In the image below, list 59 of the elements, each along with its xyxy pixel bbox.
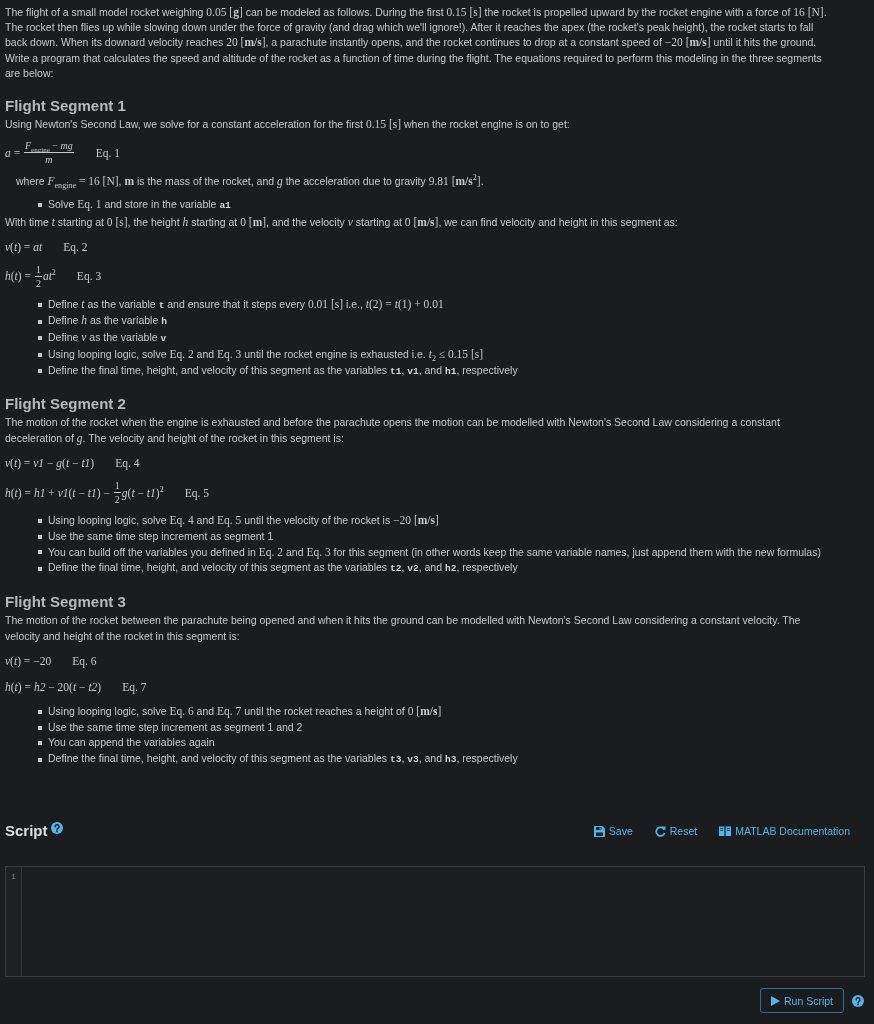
bullet-icon: [38, 741, 42, 746]
list-item: Define the final time, height, and velocity of this segment as the variables t2, v2, and h2, respectively: [48, 560, 518, 577]
list-item: Define the final time, height, and velocity of this segment as the variables t3, v3, and h3, respectively: [48, 751, 518, 768]
documentation-link[interactable]: MATLAB Documentation: [719, 825, 850, 837]
list-item: Define h as the variable h: [48, 313, 167, 330]
list-item: Define t as the variable t and ensure that it steps every 0.01 [s] i.e., t(2) = t(1) + 0.01: [48, 296, 444, 313]
paragraph: With time t starting at 0 [s], the height h starting at 0 [m], and the velocity v starting at 0 [m/s], we can find velocity and height in this segment as:: [5, 214, 679, 230]
list-item: Define v as the variable v: [48, 330, 167, 347]
bullet-icon: [38, 336, 42, 341]
equation-label: Eq. 3: [76, 270, 102, 283]
list-item: Define the final time, height, and velocity of this segment as the variables t1, v1, and h1, respectively: [48, 362, 518, 379]
paragraph: The motion of the rocket when the engine is exhausted and before the parachute opens the motion can be modelled with Newton's Second Law considering a constant deceleration of g. The velocity and height of the rocket in this segment is:: [5, 415, 781, 447]
equation: v(t) = at: [5, 240, 43, 253]
section-heading: Flight Segment 1: [5, 97, 127, 115]
equation: a = F$_{engine}$ − mg m: [5, 140, 75, 165]
bullet-icon: [38, 203, 42, 208]
list-item: Using looping logic, solve Eq. 6 and Eq. 7 until the rocket reaches a height of 0 [m/s]: [48, 704, 442, 720]
list-item: You can build off the variables you defined in Eq. 2 and Eq. 3 for this segment (in other words keep the same variable names, just append them with the new formulas): [48, 544, 821, 561]
section-heading: Flight Segment 2: [5, 395, 127, 414]
bullet-icon: [38, 368, 42, 373]
list-item: Use the same time step increment as segment 1 and 2: [48, 719, 303, 735]
list-item: Solve Eq. 1 and store in the variable a1: [48, 197, 231, 213]
book-icon: [719, 826, 732, 836]
equation-label: Eq. 7: [122, 681, 147, 694]
help-icon[interactable]: [50, 822, 63, 834]
circular-arrow-icon: [654, 825, 666, 837]
equation: v(t) = −20: [5, 655, 52, 668]
list-item: Using looping logic, solve Eq. 2 and Eq. 3 until the rocket engine is exhausted i.e. t$_{2}$ ≤ 0.15 [s]: [48, 346, 484, 363]
intro-paragraph: The flight of a small model rocket weighing 0.05 [g] can be modeled as follows. During the first 0.15 [s] the rocket is propelled upward by the rocket engine with a force of 16 [N]. The rocket then flies up while slowing down under the force of gravity (and drag which we'll ignore!). After it reaches the apex (the rocket's peak height), the rocket starts to fall back down. When its downard velocity reaches 20 [m/s], a parachute instantly opens, and the rocket continues to drop at a constant speed of −20 [m/s] until it hits the ground. Write a program that calculates the speed and altitude of the rocket as a function of time during the flight. The equations required to perform this modeling in the three segments are below:: [5, 5, 828, 81]
help-icon[interactable]: [852, 994, 864, 1007]
bullet-icon: [38, 550, 42, 555]
bullet-icon: [38, 709, 42, 714]
list-item: Using looping logic, solve Eq. 4 and Eq. 5 until the velocity of the rocket is −20 [m/s]: [48, 513, 439, 529]
paragraph: Using Newton's Second Law, we solve for a constant acceleration for the first 0.15 [s] when the rocket engine is on to get:: [5, 117, 571, 132]
section-heading: Flight Segment 3: [5, 593, 127, 612]
bullet-icon: [38, 352, 42, 357]
bullet-icon: [38, 519, 42, 524]
paragraph: where F$_{engine}$ = 16 [N], m is the mass of the rocket, and g the acceleration due to gravity 9.81 [m/s$^{2}$].: [15, 173, 485, 189]
run-script-button[interactable]: Run Script: [759, 988, 844, 1013]
bullet-icon: [38, 319, 42, 324]
equation-label: Eq. 5: [184, 486, 209, 499]
bullet-icon: [38, 534, 42, 539]
bullet-icon: [38, 725, 42, 730]
equation-label: Eq. 6: [72, 655, 97, 668]
reset-button[interactable]: Reset: [654, 825, 698, 837]
bullet-icon: [38, 566, 42, 571]
bullet-icon: [38, 303, 42, 308]
paragraph: The motion of the rocket between the parachute being opened and when it hits the ground can be modelled with Newton's Second Law considering a constant velocity. The velocity and height of the rocket in this segment is:: [5, 613, 802, 645]
save-button[interactable]: Save: [593, 825, 633, 837]
script-heading: Script: [5, 822, 48, 840]
equation: h(t) = h2 − 20(t − t2): [5, 681, 102, 694]
list-item: You can append the variables again: [48, 735, 215, 751]
equation: v(t) = v1 − g(t − t1): [5, 457, 95, 470]
bullet-icon: [38, 757, 42, 762]
play-icon: [770, 995, 780, 1006]
list-item: Use the same time step increment as segment 1: [48, 528, 274, 544]
equation-label: Eq. 4: [115, 457, 140, 470]
equation-label: Eq. 2: [63, 240, 88, 253]
equation-label: Eq. 1: [95, 146, 120, 159]
